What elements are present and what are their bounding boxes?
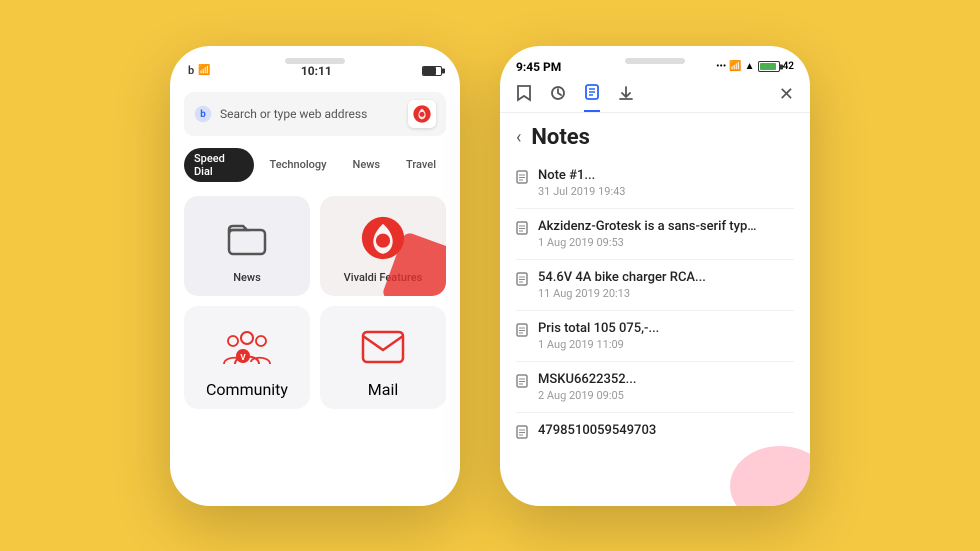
time-right: 9:45 PM [516, 60, 561, 74]
note-item[interactable]: Pris total 105 075,-... 1 Aug 2019 11:09 [516, 311, 794, 362]
note-file-icon [516, 323, 528, 341]
note-file-icon [516, 221, 528, 239]
notes-title: Notes [531, 125, 590, 150]
speed-dial-vivaldi[interactable]: Vivaldi Features [320, 196, 446, 296]
vivaldi-logo: b [194, 105, 212, 123]
battery-icon-left [422, 66, 442, 76]
download-toolbar-icon[interactable] [618, 85, 634, 111]
history-toolbar-icon[interactable] [550, 85, 566, 111]
note-date: 2 Aug 2019 09:05 [538, 389, 794, 402]
close-toolbar-button[interactable]: ✕ [779, 84, 794, 111]
note-item[interactable]: Note #1... 31 Jul 2019 19:43 [516, 158, 794, 209]
note-item[interactable]: 4798510059549703 [516, 413, 794, 453]
phone-notch-right [625, 58, 685, 64]
speed-dial-news[interactable]: News [184, 196, 310, 296]
wifi-icon: 📶 [198, 65, 210, 76]
note-date: 1 Aug 2019 09:53 [538, 236, 794, 249]
notes-toolbar: ✕ [500, 78, 810, 113]
svg-text:V: V [240, 353, 246, 362]
time-left: 10:11 [301, 64, 332, 78]
note-file-icon [516, 272, 528, 290]
news-label: News [233, 271, 261, 284]
note-title: 54.6V 4A bike charger RCA... [538, 270, 758, 285]
mail-label: Mail [368, 380, 398, 399]
tab-travel[interactable]: Travel [396, 154, 446, 175]
toolbar-icons [516, 84, 634, 112]
note-content: 4798510059549703 [538, 423, 794, 438]
note-file-icon [516, 170, 528, 188]
note-file-icon [516, 425, 528, 443]
note-item[interactable]: Akzidenz-Grotesk is a sans-serif typefac… [516, 209, 794, 260]
phone-notch [285, 58, 345, 64]
search-placeholder: Search or type web address [220, 107, 400, 121]
note-content: Pris total 105 075,-... 1 Aug 2019 11:09 [538, 321, 794, 351]
signal-bars-icon: 📶 [729, 61, 741, 72]
status-icons-left: b 📶 [188, 64, 211, 77]
note-title: MSKU6622352... [538, 372, 758, 387]
status-bar-left: b 📶 10:11 [170, 46, 460, 84]
notes-list: Note #1... 31 Jul 2019 19:43 Akzidenz-Gr… [500, 158, 810, 453]
wifi-icon-right: ▲ [745, 61, 755, 72]
search-bar[interactable]: b Search or type web address [184, 92, 446, 136]
tab-news[interactable]: News [343, 154, 391, 175]
note-item[interactable]: MSKU6622352... 2 Aug 2019 09:05 [516, 362, 794, 413]
note-content: 54.6V 4A bike charger RCA... 11 Aug 2019… [538, 270, 794, 300]
vivaldi-status-icon: b [188, 64, 194, 77]
tab-technology[interactable]: Technology [260, 154, 337, 175]
people-icon: V [222, 322, 272, 372]
notes-toolbar-icon[interactable] [584, 84, 600, 112]
dots-icon: ••• [716, 61, 726, 72]
note-date: 31 Jul 2019 19:43 [538, 185, 794, 198]
vivaldi-button[interactable] [408, 100, 436, 128]
decorative-blob [730, 446, 810, 506]
right-phone: 9:45 PM ••• 📶 ▲ 42 [500, 46, 810, 506]
note-date: 11 Aug 2019 20:13 [538, 287, 794, 300]
mail-icon [358, 322, 408, 372]
speed-dial-community[interactable]: V Community [184, 306, 310, 409]
left-phone: b 📶 10:11 b Search or type web address [170, 46, 460, 506]
tab-speed-dial[interactable]: Speed Dial [184, 148, 254, 182]
svg-text:b: b [200, 109, 206, 120]
note-title: 4798510059549703 [538, 423, 758, 438]
note-title: Note #1... [538, 168, 758, 183]
battery-percent: 42 [783, 61, 794, 72]
community-label: Community [206, 380, 288, 399]
speed-dial-mail[interactable]: Mail [320, 306, 446, 409]
battery-green-icon [758, 61, 780, 72]
back-button[interactable]: ‹ [516, 127, 521, 148]
bookmark-toolbar-icon[interactable] [516, 84, 532, 112]
note-content: Note #1... 31 Jul 2019 19:43 [538, 168, 794, 198]
note-content: Akzidenz-Grotesk is a sans-serif typefac… [538, 219, 794, 249]
note-title: Pris total 105 075,-... [538, 321, 758, 336]
note-date: 1 Aug 2019 11:09 [538, 338, 794, 351]
folder-icon [222, 213, 272, 263]
notes-header: ‹ Notes [500, 113, 810, 158]
note-title: Akzidenz-Grotesk is a sans-serif typefac… [538, 219, 758, 234]
battery-area-left [422, 66, 442, 76]
speed-dial-grid: News Vivaldi Features [170, 186, 460, 419]
note-file-icon [516, 374, 528, 392]
note-item[interactable]: 54.6V 4A bike charger RCA... 11 Aug 2019… [516, 260, 794, 311]
note-content: MSKU6622352... 2 Aug 2019 09:05 [538, 372, 794, 402]
status-icons-right: ••• 📶 ▲ 42 [716, 61, 794, 72]
tabs-row: Speed Dial Technology News Travel [170, 144, 460, 186]
